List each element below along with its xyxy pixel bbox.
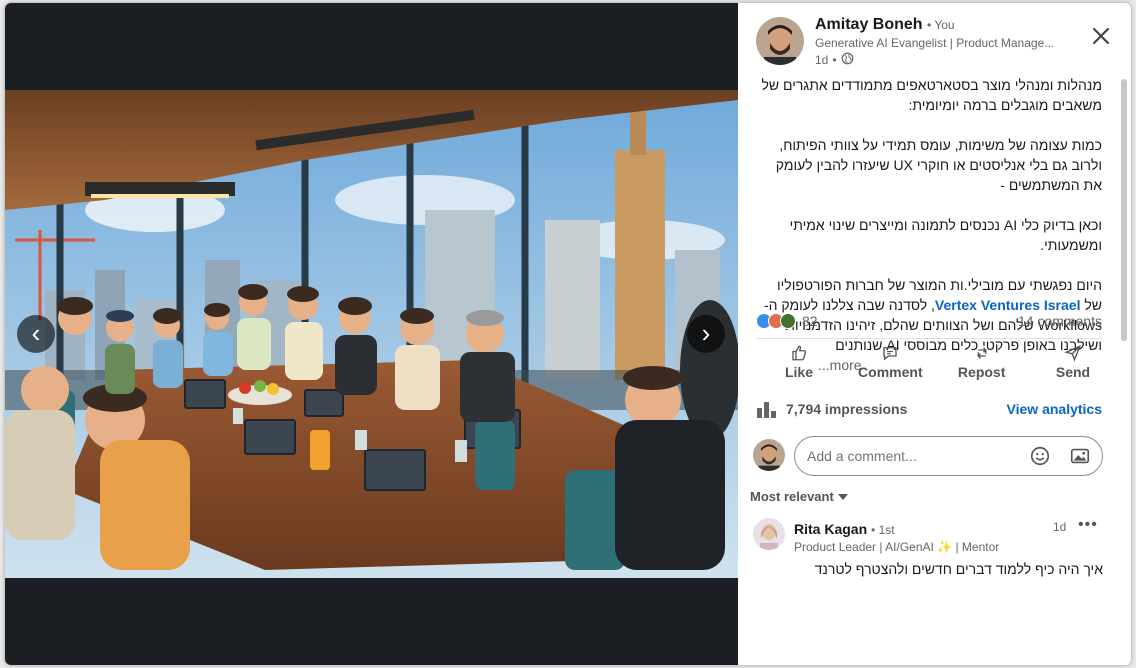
view-analytics-link[interactable]: View analytics xyxy=(1007,401,1102,417)
comment-time: 1d xyxy=(1053,520,1067,534)
post-actions: Like Comment Repost Send xyxy=(756,341,1116,391)
next-image-button[interactable]: › xyxy=(687,315,725,353)
analytics-row: 7,794 impressions View analytics xyxy=(756,397,1102,421)
chevron-right-icon: › xyxy=(701,318,711,348)
chevron-left-icon: ‹ xyxy=(31,318,41,348)
author-headline: Generative AI Evangelist | Product Manag… xyxy=(815,36,1055,50)
bar-chart-icon xyxy=(757,402,776,418)
commenter-name-line: Rita Kagan • 1st xyxy=(794,521,895,537)
post-time: 1d xyxy=(815,53,829,67)
post-paragraph: וכאן בדיוק כלי AI נכנסים לתמונה ומייצרים… xyxy=(789,217,1102,253)
post-image[interactable] xyxy=(5,90,738,578)
add-photo-button[interactable] xyxy=(1069,445,1091,467)
comment-options-button[interactable]: ••• xyxy=(1078,516,1098,534)
image-icon xyxy=(1070,448,1090,464)
close-icon xyxy=(1092,27,1110,45)
like-label: Like xyxy=(784,364,813,380)
emoji-icon xyxy=(1030,446,1050,466)
caret-down-icon xyxy=(837,493,848,500)
repost-button[interactable]: Repost xyxy=(939,341,1025,391)
comment-text: איך היה כיף ללמוד דברים חדשים ולהצטרף לט… xyxy=(814,561,1103,577)
impressions: 7,794 impressions xyxy=(756,400,907,418)
reactions-summary[interactable]: 82 xyxy=(756,313,818,329)
author-avatar[interactable] xyxy=(756,17,804,65)
previous-image-button[interactable]: ‹ xyxy=(17,315,55,353)
support-reaction-icon xyxy=(780,313,796,329)
comment-composer xyxy=(753,436,1103,476)
repost-icon xyxy=(976,347,987,359)
emoji-button[interactable] xyxy=(1029,445,1051,467)
post-meta: 1d • xyxy=(815,52,854,68)
like-button[interactable]: Like xyxy=(756,341,842,391)
divider xyxy=(756,338,1102,339)
post-header: Amitay Boneh • You Generative AI Evangel… xyxy=(738,3,1131,75)
comments-count[interactable]: 14 comments xyxy=(1018,313,1102,329)
current-user-avatar xyxy=(753,439,785,471)
close-button[interactable] xyxy=(1088,23,1114,49)
send-label: Send xyxy=(1055,364,1091,380)
sort-label: Most relevant xyxy=(750,489,834,504)
post-modal: ‹ › Amitay Boneh • You Generative AI Eva… xyxy=(5,3,1131,665)
image-viewer: ‹ › xyxy=(5,3,738,665)
repost-label: Repost xyxy=(957,364,1006,380)
send-button[interactable]: Send xyxy=(1030,341,1116,391)
sort-comments-dropdown[interactable]: Most relevant xyxy=(750,489,848,504)
commenter-name[interactable]: Rita Kagan xyxy=(794,521,867,537)
you-badge: You xyxy=(934,18,955,32)
impressions-count: 7,794 impressions xyxy=(786,401,908,417)
comment-input[interactable] xyxy=(794,436,1103,476)
send-icon xyxy=(1064,344,1081,362)
comment-label: Comment xyxy=(858,364,923,380)
author-name[interactable]: Amitay Boneh xyxy=(815,16,923,33)
comment-icon xyxy=(883,347,898,361)
scrollbar[interactable] xyxy=(1121,79,1127,341)
social-counts: 82 14 comments xyxy=(756,310,1102,332)
post-paragraph: כמות עצומה של משימות, עומס תמידי על צוות… xyxy=(775,137,1102,193)
commenter-headline: Product Leader | AI/GenAI ✨ | Mentor xyxy=(794,540,1000,554)
like-icon xyxy=(792,345,807,361)
connection-degree: 1st xyxy=(878,523,895,537)
commenter-avatar[interactable] xyxy=(753,518,785,550)
reaction-count: 82 xyxy=(802,313,818,329)
globe-icon xyxy=(841,52,854,68)
reaction-icons xyxy=(756,313,796,329)
comment-button[interactable]: Comment xyxy=(847,341,933,391)
author-name-line: Amitay Boneh • You xyxy=(815,16,955,33)
post-paragraph: מנהלות ומנהלי מוצר בסטארטאפים מתמודדים א… xyxy=(761,77,1102,113)
post-detail-panel: Amitay Boneh • You Generative AI Evangel… xyxy=(738,3,1131,665)
